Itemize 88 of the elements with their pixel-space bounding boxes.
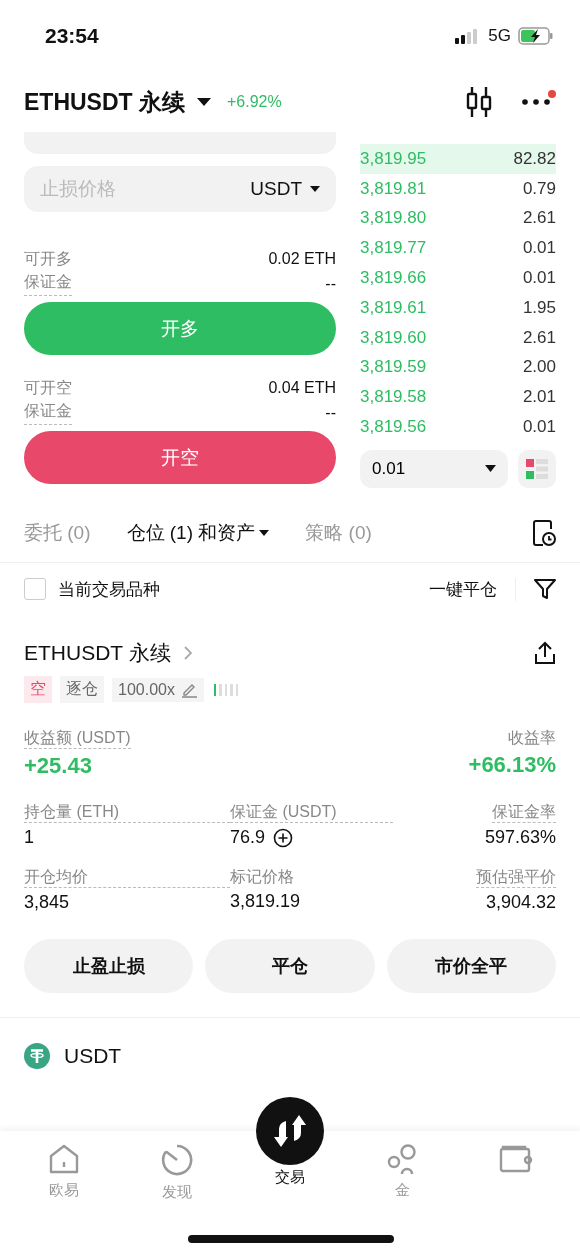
dropdown-caret-icon[interactable] [197, 97, 211, 107]
nav-tab[interactable]: 欧易 [16, 1131, 113, 1203]
margin-value: -- [325, 274, 336, 294]
bid-price[interactable]: 3,819.58 [360, 387, 427, 408]
bid-amount: 0.01 [522, 417, 556, 438]
nav-tab[interactable]: 金 [354, 1131, 451, 1203]
checkbox[interactable] [24, 578, 46, 600]
stat-label: 标记价格 [230, 867, 295, 887]
margin-label: 保证金 [24, 400, 72, 425]
tether-coin-icon [24, 1043, 50, 1069]
stat-value: 3,845 [24, 892, 70, 913]
battery-icon [518, 27, 554, 45]
position-symbol[interactable]: ETHUSDT 永续 [24, 639, 171, 667]
bid-price[interactable]: 3,819.66 [360, 268, 427, 289]
available-value: 0.02 ETH [268, 249, 336, 269]
bid-amount: 82.82 [513, 148, 556, 169]
wallet-icon [498, 1143, 533, 1173]
swap-arrows-icon [273, 1113, 307, 1149]
position-tab[interactable]: 策略 (0) [305, 520, 372, 546]
close-all-link[interactable]: 一键平仓 [429, 577, 516, 601]
bid-amount: 0.79 [522, 178, 556, 199]
status-time: 23:54 [45, 24, 99, 48]
position-tab[interactable]: 委托 (0) [24, 520, 91, 546]
candlestick-chart-icon[interactable] [466, 86, 492, 118]
position-tab[interactable]: 仓位 (1) 和资产 [126, 520, 270, 546]
open-long-button[interactable]: 开多 [24, 302, 336, 355]
bid-price[interactable]: 3,819.61 [360, 297, 427, 318]
book-layout-button[interactable] [518, 449, 556, 488]
network-label: 5G [488, 26, 511, 46]
pnl-value: +25.43 [24, 753, 93, 779]
bid-amount: 2.61 [522, 208, 556, 229]
stat-value: 3,819.19 [230, 891, 301, 912]
bid-amount: 2.61 [522, 327, 556, 348]
position-action-button[interactable]: 止盈止损 [24, 939, 194, 993]
available-label: 可开多 [24, 249, 72, 269]
bid-price[interactable]: 3,819.77 [360, 238, 427, 259]
bid-amount: 2.01 [522, 387, 556, 408]
position-action-button[interactable]: 市价全平 [386, 939, 556, 993]
stat-label: 保证金率 [492, 801, 556, 823]
stat-value: 76.9 [230, 827, 266, 848]
layout-icon [526, 457, 548, 480]
stat-label: 预估强平价 [476, 866, 556, 888]
available-label: 可开空 [24, 378, 72, 398]
bid-amount: 1.95 [522, 297, 556, 318]
position-action-button[interactable]: 平仓 [205, 939, 375, 993]
share-icon[interactable] [534, 641, 556, 665]
unit-selector[interactable]: USDT [250, 177, 320, 200]
open-short-button[interactable]: 开空 [24, 431, 336, 484]
roe-label: 收益率 [508, 728, 556, 748]
stat-value: 1 [24, 827, 34, 848]
roe-value: +66.13% [468, 752, 556, 778]
home-icon [48, 1143, 81, 1175]
bid-price[interactable]: 3,819.60 [360, 327, 427, 348]
bid-amount: 2.00 [522, 357, 556, 378]
stat-value: 597.63% [484, 827, 556, 848]
available-value: 0.04 ETH [268, 378, 336, 398]
leverage-tag[interactable]: 100.00x [112, 677, 204, 702]
bubbles-icon [386, 1143, 419, 1175]
order-history-icon[interactable] [532, 519, 556, 547]
compass-icon [160, 1143, 195, 1177]
bid-price[interactable]: 3,819.95 [360, 148, 427, 169]
more-icon[interactable] [522, 90, 556, 105]
price-change: +6.92% [227, 93, 282, 111]
side-tag: 空 [24, 676, 52, 703]
asset-name[interactable]: USDT [64, 1044, 122, 1068]
stat-label: 开仓均价 [24, 866, 230, 888]
current-symbol-filter-label: 当前交易品种 [58, 578, 160, 601]
nav-tab[interactable]: 交易 [242, 1097, 338, 1203]
stat-label: 持仓量 (ETH) [24, 801, 230, 823]
filter-icon[interactable] [534, 578, 556, 600]
symbol-title[interactable]: ETHUSDT 永续 [24, 86, 185, 118]
bid-price[interactable]: 3,819.81 [360, 178, 427, 199]
bid-amount: 0.01 [522, 268, 556, 289]
pnl-label: 收益额 (USDT) [24, 727, 131, 749]
caret-icon [310, 185, 320, 192]
add-margin-icon[interactable] [273, 827, 294, 848]
margin-label: 保证金 [24, 271, 72, 296]
stat-label: 保证金 (USDT) [230, 801, 393, 823]
stat-value: 3,904.32 [485, 892, 556, 913]
bid-amount: 0.01 [522, 238, 556, 259]
bid-price[interactable]: 3,819.56 [360, 417, 427, 438]
caret-icon [485, 465, 496, 473]
margin-mode-tag[interactable]: 逐仓 [60, 676, 104, 703]
bid-price[interactable]: 3,819.59 [360, 357, 427, 378]
bid-price[interactable]: 3,819.80 [360, 208, 427, 229]
nav-tab[interactable]: 发现 [129, 1131, 226, 1203]
precision-selector[interactable]: 0.01 [360, 449, 508, 488]
margin-value: -- [325, 403, 336, 423]
